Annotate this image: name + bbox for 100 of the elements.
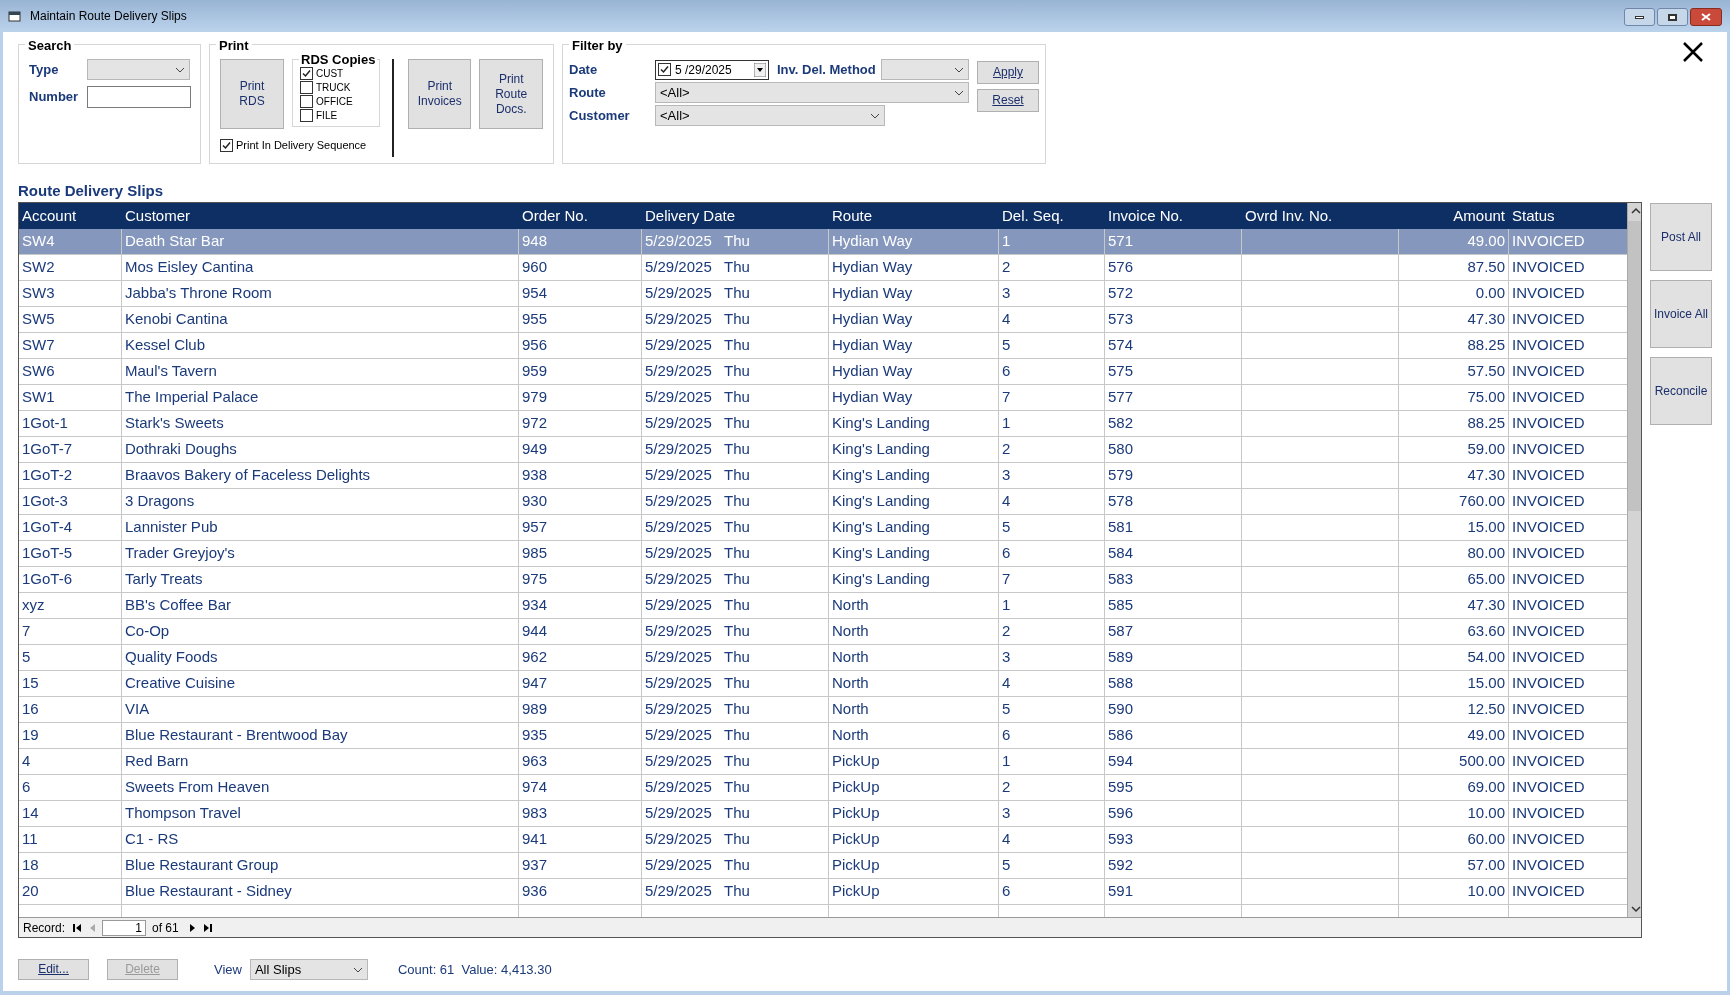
edit-button[interactable]: Edit... <box>18 959 89 980</box>
table-row[interactable]: 20 Blue Restaurant - Sidney 936 5/29/2025 Thu PickUp 6 591 10.00 INVOICED <box>19 879 1627 905</box>
table-cell-text: 948 <box>522 231 548 252</box>
table-cell-text: INVOICED <box>1512 517 1585 538</box>
checkbox[interactable] <box>300 108 313 122</box>
table-row[interactable]: 1GoT-5 Trader Greyjoy's 985 5/29/2025 Thu King's Landing 6 584 80.00 INVOICED <box>19 541 1627 567</box>
close-button[interactable] <box>1690 8 1722 26</box>
table-row[interactable]: SW2 Mos Eisley Cantina 960 5/29/2025 Thu Hydian Way 2 576 87.50 INVOICED <box>19 255 1627 281</box>
table-cell-text: 7 <box>1002 569 1011 590</box>
minimize-button[interactable] <box>1624 8 1655 26</box>
field-label: Customer <box>569 106 631 125</box>
table-cell-text: 14 <box>22 803 39 824</box>
table-row[interactable]: SW5 Kenobi Cantina 955 5/29/2025 Thu Hydian Way 4 573 47.30 INVOICED <box>19 307 1627 333</box>
table-row[interactable]: 5 Quality Foods 962 5/29/2025 Thu North 3 589 54.00 INVOICED <box>19 645 1627 671</box>
table-row[interactable]: 4 Red Barn 963 5/29/2025 Thu PickUp 1 594 500.00 INVOICED <box>19 749 1627 775</box>
table-row[interactable]: SW6 Maul's Tavern 959 5/29/2025 Thu Hydian Way 6 575 57.50 INVOICED <box>19 359 1627 385</box>
table-cell-text: 54.00 <box>1467 647 1505 668</box>
table-cell-text: 49.00 <box>1467 231 1505 252</box>
table-row[interactable]: 1Got-1 Stark's Sweets 972 5/29/2025 Thu King's Landing 1 582 88.25 INVOICED <box>19 411 1627 437</box>
table-cell-text: 3 Dragons <box>125 491 195 512</box>
dropdown-icon <box>754 62 766 77</box>
date-picker[interactable]: 5 /29/2025 <box>655 59 769 80</box>
print-invoices-button[interactable]: Print Invoices <box>408 59 472 129</box>
number-field[interactable] <box>87 86 191 108</box>
table-cell-text: 1Got-3 <box>22 491 68 512</box>
print-route-docs-button[interactable]: Print Route Docs. <box>479 59 543 129</box>
table-row[interactable]: 18 Blue Restaurant Group 937 5/29/2025 Thu PickUp 5 592 57.00 INVOICED <box>19 853 1627 879</box>
checkbox[interactable] <box>300 94 313 108</box>
checkbox[interactable] <box>220 138 233 152</box>
table-cell-text: 963 <box>522 751 548 772</box>
table-cell-text: Hydian Way <box>832 283 913 304</box>
table-cell-text: BB's Coffee Bar <box>125 595 231 616</box>
scrollbar[interactable] <box>1627 203 1641 917</box>
table-cell-text: INVOICED <box>1512 803 1585 824</box>
table-row[interactable]: 14 Thompson Travel 983 5/29/2025 Thu PickUp 3 596 10.00 INVOICED <box>19 801 1627 827</box>
table-cell-text: INVOICED <box>1512 231 1585 252</box>
table-cell-text: 11 <box>22 829 38 850</box>
table-cell-text: 949 <box>522 439 548 460</box>
close-icon[interactable] <box>1683 42 1703 62</box>
table-cell-text: North <box>832 699 869 720</box>
print-rds-button[interactable]: Print RDS <box>220 59 284 129</box>
table-row[interactable]: 6 Sweets From Heaven 974 5/29/2025 Thu PickUp 2 595 69.00 INVOICED <box>19 775 1627 801</box>
table-row[interactable]: 15 Creative Cuisine 947 5/29/2025 Thu North 4 588 15.00 INVOICED <box>19 671 1627 697</box>
table-cell-text: Stark's Sweets <box>125 413 224 434</box>
table-cell-text: 57.00 <box>1467 855 1505 876</box>
table-row[interactable]: xyz BB's Coffee Bar 934 5/29/2025 Thu North 1 585 47.30 INVOICED <box>19 593 1627 619</box>
side-button[interactable]: Reconcile <box>1650 357 1712 425</box>
table-row[interactable]: 1GoT-6 Tarly Treats 975 5/29/2025 Thu King's Landing 7 583 65.00 INVOICED <box>19 567 1627 593</box>
record-number-field[interactable]: 1 <box>102 919 147 936</box>
table-cell-text: INVOICED <box>1512 673 1585 694</box>
table-cell-text: INVOICED <box>1512 413 1585 434</box>
view-dropdown[interactable]: All Slips <box>249 959 368 980</box>
table-cell-text: North <box>832 647 869 668</box>
table-cell-text: Jabba's Throne Room <box>125 283 272 304</box>
table-cell-text: Blue Restaurant Group <box>125 855 279 876</box>
table-row[interactable]: SW3 Jabba's Throne Room 954 5/29/2025 Thu Hydian Way 3 572 0.00 INVOICED <box>19 281 1627 307</box>
table-cell-text: 3 <box>1002 283 1011 304</box>
table-row[interactable]: 7 Co-Op 944 5/29/2025 Thu North 2 587 63.60 INVOICED <box>19 619 1627 645</box>
table-cell-text: 579 <box>1108 465 1134 486</box>
table-cell-text: 10.00 <box>1467 803 1505 824</box>
table-cell-text: 593 <box>1108 829 1134 850</box>
table-cell-text: 6 <box>22 777 31 798</box>
route-dropdown[interactable]: <All> <box>655 82 969 103</box>
table-cell-text: 3 <box>1002 465 1011 486</box>
chevron-down-icon <box>870 112 880 119</box>
reset-button[interactable]: Reset <box>977 89 1039 112</box>
customer-dropdown[interactable]: <All> <box>655 105 885 126</box>
side-button[interactable]: Post All <box>1650 203 1712 271</box>
table-row[interactable]: 1GoT-4 Lannister Pub 957 5/29/2025 Thu King's Landing 5 581 15.00 INVOICED <box>19 515 1627 541</box>
table-row[interactable]: 1GoT-7 Dothraki Doughs 949 5/29/2025 Thu King's Landing 2 580 59.00 INVOICED <box>19 437 1627 463</box>
table-row[interactable]: SW1 The Imperial Palace 979 5/29/2025 Thu Hydian Way 7 577 75.00 INVOICED <box>19 385 1627 411</box>
table-cell-text: Lannister Pub <box>125 517 218 538</box>
table-cell-text: 1GoT-4 <box>22 517 73 538</box>
chevron-down-icon <box>954 66 964 73</box>
table-row[interactable]: SW7 Kessel Club 956 5/29/2025 Thu Hydian Way 5 574 88.25 INVOICED <box>19 333 1627 359</box>
table-row[interactable]: 1GoT-2 Braavos Bakery of Faceless Delights 938 5/29/2025 Thu King's Landing 3 579 47.30 INVOICED <box>19 463 1627 489</box>
table-cell-text: 47.30 <box>1467 595 1505 616</box>
table-cell-text: The Imperial Palace <box>125 387 259 408</box>
table-cell-text: 1GoT-5 <box>22 543 73 564</box>
table-cell-text: 957 <box>522 517 548 538</box>
table-cell-text: 5/29/2025 Thu <box>645 855 750 876</box>
table-row[interactable]: 16 VIA 989 5/29/2025 Thu North 5 590 12.50 INVOICED <box>19 697 1627 723</box>
maximize-button[interactable] <box>1657 8 1688 26</box>
table-cell-text: 5/29/2025 Thu <box>645 361 750 382</box>
table-cell-text: 5/29/2025 Thu <box>645 543 750 564</box>
table-cell-text: Co-Op <box>125 621 170 642</box>
section-heading: Route Delivery Slips <box>18 182 165 200</box>
apply-button[interactable]: Apply <box>977 61 1039 84</box>
checkbox[interactable] <box>300 80 313 94</box>
summary-text: Count: 61 Value: 4,413.30 <box>397 960 552 979</box>
table-cell-text: SW4 <box>22 231 55 252</box>
table-cell-text: 5/29/2025 Thu <box>645 595 750 616</box>
table-row[interactable]: 1Got-3 3 Dragons 930 5/29/2025 Thu King's Landing 4 578 760.00 INVOICED <box>19 489 1627 515</box>
side-button[interactable]: Invoice All <box>1650 280 1712 348</box>
date-checkbox[interactable] <box>658 63 671 76</box>
table-cell-text: INVOICED <box>1512 621 1585 642</box>
table-cell-text: 88.25 <box>1467 413 1505 434</box>
table-cell-text: 572 <box>1108 283 1134 304</box>
table-row[interactable]: 11 C1 - RS 941 5/29/2025 Thu PickUp 4 593 60.00 INVOICED <box>19 827 1627 853</box>
table-row[interactable]: 19 Blue Restaurant - Brentwood Bay 935 5/29/2025 Thu North 6 586 49.00 INVOICED <box>19 723 1627 749</box>
